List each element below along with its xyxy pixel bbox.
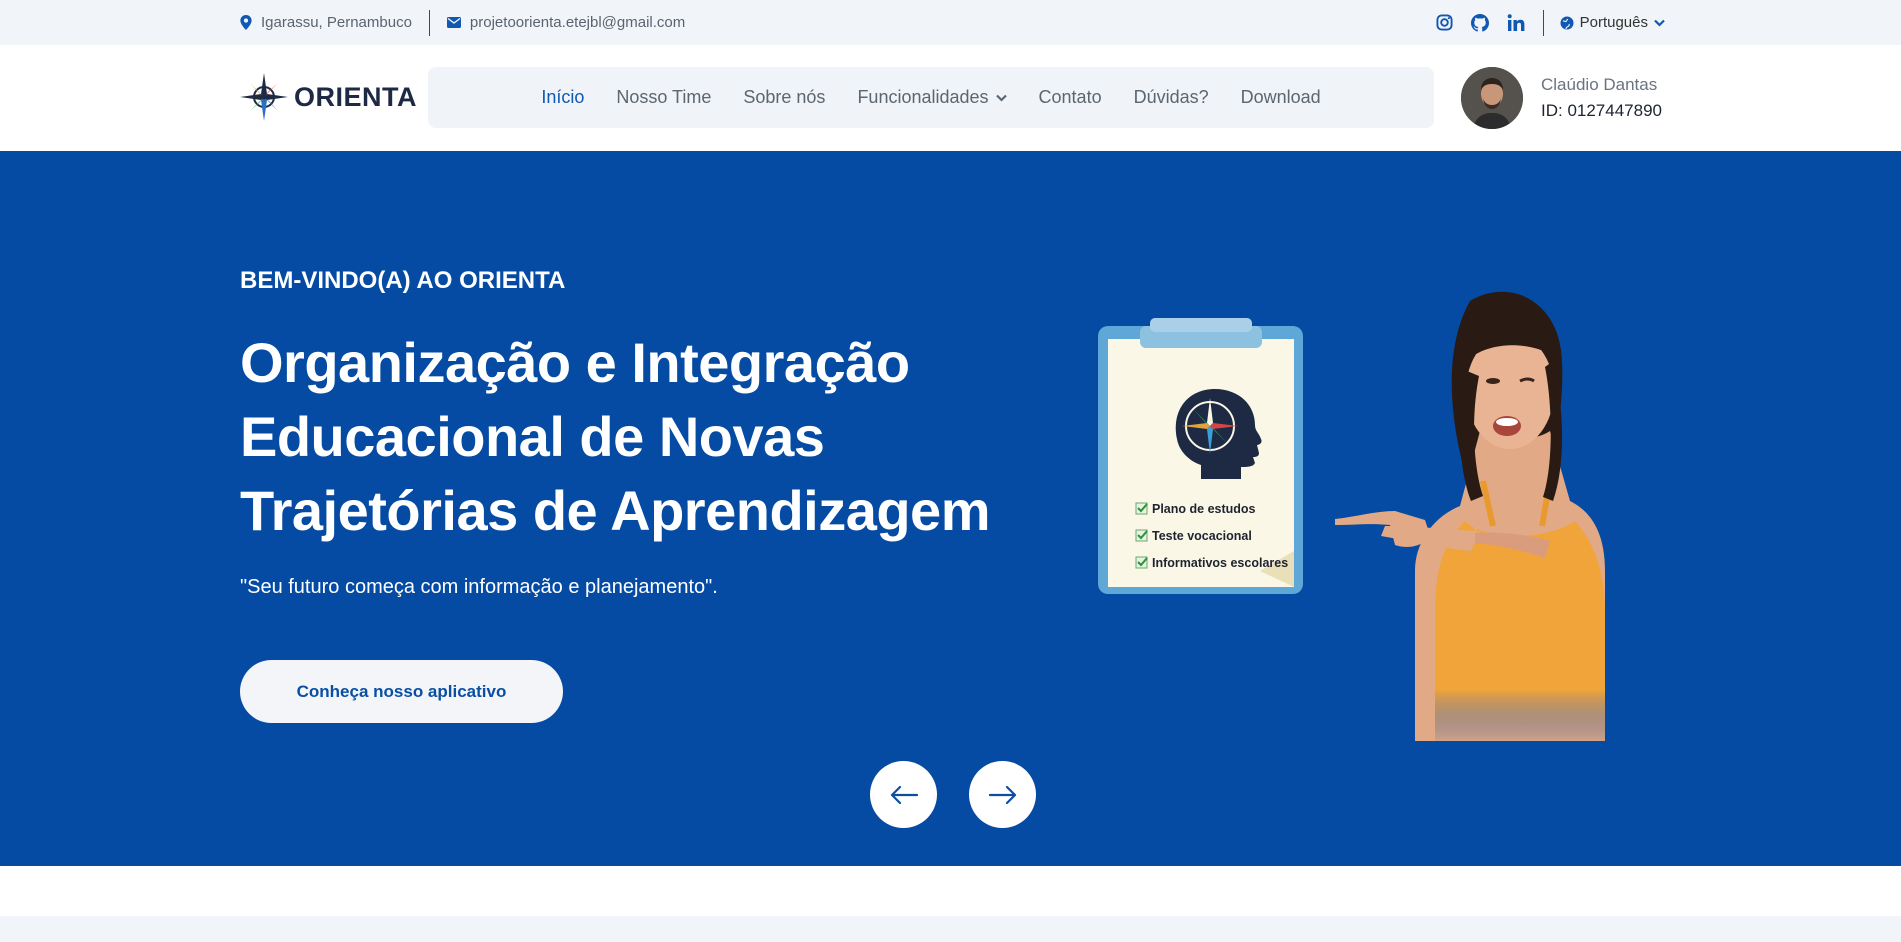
woman-illustration	[1335, 291, 1605, 746]
logo[interactable]: ORIENTA	[240, 73, 417, 121]
nav-sobre-nos[interactable]: Sobre nós	[743, 87, 825, 108]
instagram-icon[interactable]	[1436, 14, 1453, 31]
hero-banner: BEM-VINDO(A) AO ORIENTA Organização e In…	[0, 151, 1901, 866]
hero-tagline: "Seu futuro começa com informação e plan…	[240, 576, 718, 598]
linkedin-icon[interactable]	[1507, 14, 1525, 31]
map-pin-icon	[240, 15, 252, 30]
clipboard-item-1: Plano de estudos	[1152, 502, 1256, 516]
hero-illustration: Plano de estudos Teste vocacional Inform…	[1095, 281, 1675, 746]
nav-contato[interactable]: Contato	[1039, 87, 1102, 108]
user-profile[interactable]: Claúdio Dantas ID: 0127447890	[1461, 67, 1662, 129]
envelope-icon	[446, 17, 461, 28]
email-info[interactable]: projetoorienta.etejbl@gmail.com	[446, 14, 685, 31]
nav-inicio[interactable]: Início	[541, 87, 584, 108]
hero-eyebrow: BEM-VINDO(A) AO ORIENTA	[240, 267, 566, 294]
github-icon[interactable]	[1470, 13, 1489, 32]
compass-logo-icon	[240, 73, 288, 121]
email-text[interactable]: projetoorienta.etejbl@gmail.com	[470, 14, 685, 31]
clipboard-item-3: Informativos escolares	[1152, 556, 1288, 570]
app-cta-button[interactable]: Conheça nosso aplicativo	[240, 660, 563, 723]
next-section-edge	[0, 916, 1901, 942]
carousel-prev-button[interactable]	[870, 761, 937, 828]
nav-nosso-time[interactable]: Nosso Time	[616, 87, 711, 108]
arrow-right-icon	[988, 785, 1016, 804]
clipboard-illustration: Plano de estudos Teste vocacional Inform…	[1098, 318, 1303, 594]
main-navbar: ORIENTA Início Nosso Time Sobre nós Func…	[0, 45, 1901, 151]
nav-funcionalidades[interactable]: Funcionalidades	[857, 87, 1007, 108]
arrow-left-icon	[890, 785, 918, 804]
profile-id: ID: 0127447890	[1541, 101, 1662, 120]
divider	[428, 9, 430, 36]
globe-icon	[1560, 16, 1574, 29]
profile-name: Claúdio Dantas	[1541, 75, 1658, 94]
divider	[1542, 9, 1544, 36]
top-info-bar: Igarassu, Pernambuco projetoorienta.etej…	[0, 0, 1901, 45]
clipboard-item-2: Teste vocacional	[1152, 529, 1252, 543]
carousel-next-button[interactable]	[969, 761, 1036, 828]
location-text: Igarassu, Pernambuco	[261, 14, 412, 31]
hero-headline: Organização e Integração Educacional de …	[240, 331, 991, 542]
nav-duvidas[interactable]: Dúvidas?	[1134, 87, 1209, 108]
language-label[interactable]: Português	[1580, 14, 1648, 31]
location-info: Igarassu, Pernambuco	[240, 14, 412, 31]
chevron-down-icon	[1654, 19, 1665, 27]
avatar[interactable]	[1461, 67, 1523, 129]
logo-text: ORIENTA	[294, 81, 417, 112]
nav-download[interactable]: Download	[1241, 87, 1321, 108]
chevron-down-icon	[995, 94, 1007, 102]
language-selector[interactable]: Português	[1560, 14, 1665, 31]
main-menu: Início Nosso Time Sobre nós Funcionalida…	[428, 67, 1434, 128]
